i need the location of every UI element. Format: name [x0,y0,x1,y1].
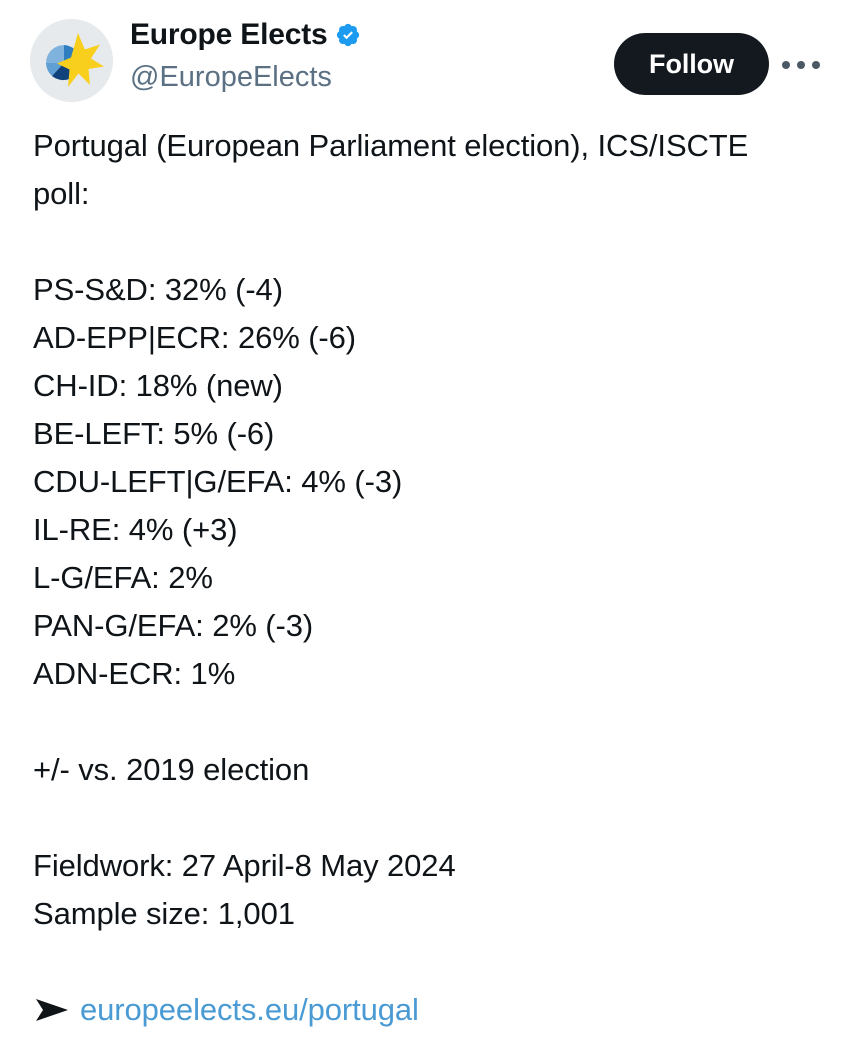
verified-badge-icon [335,22,361,48]
comparison-note: +/- vs. 2019 election [33,752,310,787]
more-dot-2 [797,61,805,69]
follow-button[interactable]: Follow [614,33,769,95]
tweet-text-body: Portugal (European Parliament election),… [33,122,823,1034]
poll-source-link[interactable]: europeelects.eu/portugal [80,986,419,1034]
europe-elects-logo-avatar-icon [30,19,113,102]
account-handle[interactable]: @EuropeElects [130,58,600,96]
result-row: AD-EPP|ECR: 26% (-6) [33,320,357,355]
sample-size-line: Sample size: 1,001 [33,896,295,931]
result-row: L-G/EFA: 2% [33,560,213,595]
fieldwork-line: Fieldwork: 27 April-8 May 2024 [33,848,456,883]
tweet-header: Europe Elects @EuropeElects Follow [0,14,850,106]
more-dot-1 [782,61,790,69]
poll-intro-line-2: poll: [33,176,90,211]
result-row: ADN-ECR: 1% [33,656,236,691]
avatar[interactable] [30,19,113,102]
result-row: IL-RE: 4% (+3) [33,512,238,547]
result-row: PS-S&D: 32% (-4) [33,272,283,307]
result-row: PAN-G/EFA: 2% (-3) [33,608,314,643]
more-options-icon[interactable] [782,52,834,78]
result-row: BE-LEFT: 5% (-6) [33,416,275,451]
result-row: CDU-LEFT|G/EFA: 4% (-3) [33,464,403,499]
arrow-right-icon [33,995,71,1025]
tweet-card: Europe Elects @EuropeElects Follow Portu… [0,0,850,1039]
link-row: europeelects.eu/portugal [33,986,823,1034]
poll-intro-line-1: Portugal (European Parliament election),… [33,128,749,163]
account-identity: Europe Elects @EuropeElects [130,14,600,96]
more-dot-3 [812,61,820,69]
result-row: CH-ID: 18% (new) [33,368,283,403]
display-name-row: Europe Elects [130,14,600,56]
display-name: Europe Elects [130,18,328,51]
